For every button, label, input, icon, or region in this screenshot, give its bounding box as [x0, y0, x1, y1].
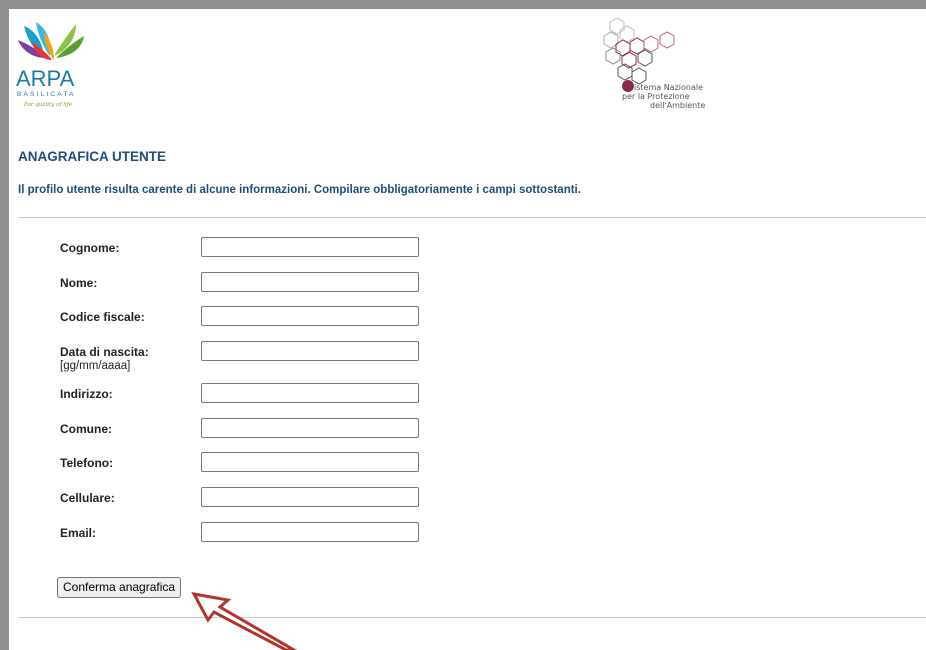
telefono-input[interactable] [201, 452, 419, 472]
codice-fiscale-label: Codice fiscale: [60, 310, 145, 324]
divider-bottom [18, 617, 926, 618]
arpa-logo: ARPA BASILICATA For quality of life [16, 22, 84, 108]
arpa-logo-tagline: For quality of life [23, 102, 73, 108]
snpa-logo-line3: dell'Ambiente [650, 101, 705, 110]
email-label: Email: [60, 526, 97, 540]
data-nascita-format-hint: [gg/mm/aaaa] [60, 360, 131, 372]
arpa-logo-sub: BASILICATA [17, 91, 76, 98]
indirizzo-label: Indirizzo: [60, 387, 113, 401]
window-frame-left [0, 9, 9, 650]
divider-top [18, 217, 926, 218]
data-nascita-label: Data di nascita: [60, 345, 149, 359]
cognome-input[interactable] [201, 237, 419, 257]
window-frame-top [0, 0, 926, 9]
email-input[interactable] [201, 522, 419, 542]
snpa-logo-line1: istema Nazionale [634, 83, 703, 92]
nome-label: Nome: [60, 276, 98, 290]
codice-fiscale-input[interactable] [201, 306, 419, 326]
profile-incomplete-notice: Il profilo utente risulta carente di alc… [18, 184, 581, 196]
cellulare-input[interactable] [201, 487, 419, 507]
snpa-logo-line2: per la Protezione [622, 92, 690, 101]
comune-input[interactable] [201, 418, 419, 438]
annotation-arrow-icon [191, 591, 297, 650]
page-title: ANAGRAFICA UTENTE [18, 149, 166, 164]
telefono-label: Telefono: [60, 456, 114, 470]
data-nascita-input[interactable] [201, 341, 419, 361]
confirm-registry-button[interactable]: Conferma anagrafica [57, 577, 182, 598]
cellulare-label: Cellulare: [60, 491, 115, 505]
indirizzo-input[interactable] [201, 383, 419, 403]
nome-input[interactable] [201, 272, 419, 292]
comune-label: Comune: [60, 422, 112, 436]
arpa-logo-name: ARPA [16, 66, 75, 91]
snpa-logo: istema Nazionale per la Protezione dell'… [603, 18, 705, 110]
cognome-label: Cognome: [60, 241, 120, 255]
